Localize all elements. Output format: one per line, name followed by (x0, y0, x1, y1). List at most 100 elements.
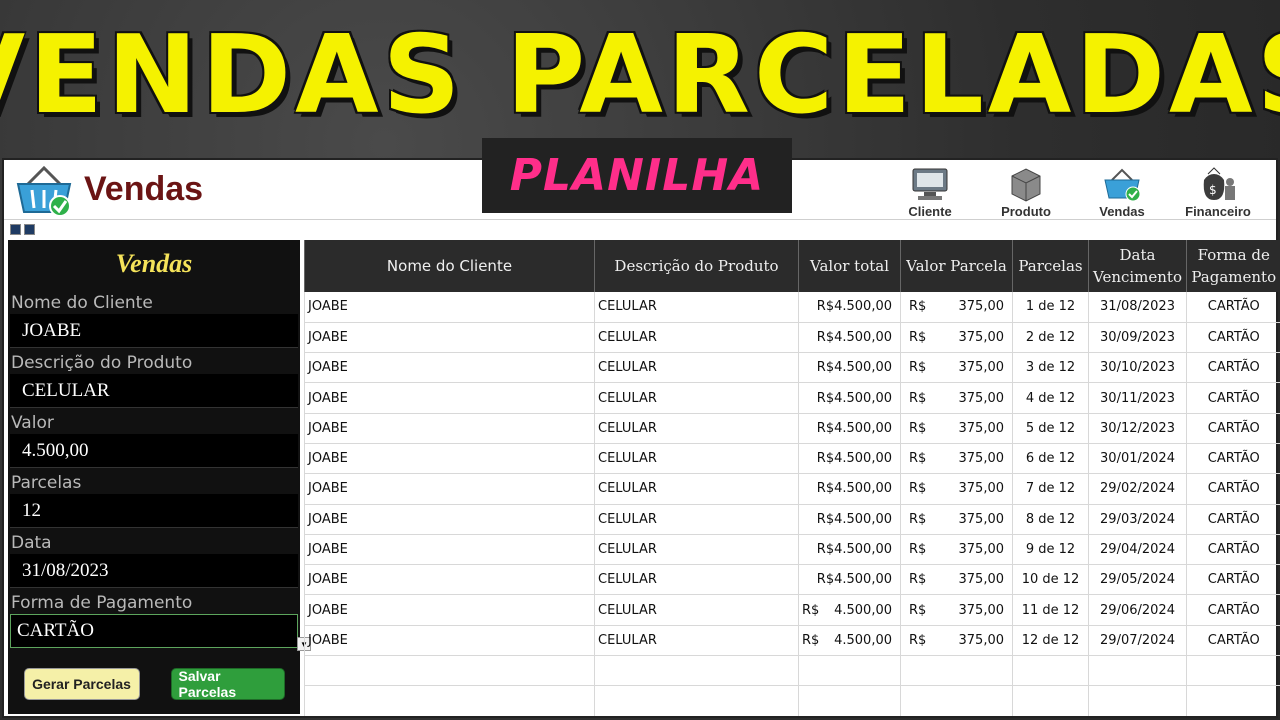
cell-pagamento[interactable]: CARTÃO (1186, 504, 1280, 535)
cell-valor-parcela[interactable]: R$ 375,00 (900, 504, 1013, 535)
header-valor-total[interactable]: Valor total (798, 240, 901, 292)
cell-cliente[interactable]: JOABE (304, 534, 595, 566)
cell-valor-total[interactable]: R$4.500,00 (798, 594, 901, 626)
cliente-input[interactable]: JOABE (10, 314, 298, 348)
cell-pagamento[interactable]: CARTÃO (1186, 352, 1280, 384)
cell-cliente[interactable]: JOABE (304, 564, 595, 596)
cell-valor-total[interactable]: R$4.500,00 (798, 473, 901, 505)
cell-pagamento[interactable]: CARTÃO (1186, 322, 1280, 354)
mini-toolbar-button-1[interactable] (10, 224, 21, 235)
cell-parcelas[interactable]: 8 de 12 (1012, 504, 1089, 535)
cell-produto[interactable] (594, 655, 799, 687)
cell-valor-total[interactable]: R$4.500,00 (798, 413, 901, 444)
cell-cliente[interactable]: JOABE (304, 473, 595, 505)
parcelas-input[interactable]: 12 (10, 494, 298, 528)
cell-valor-total[interactable]: R$4.500,00 (798, 292, 901, 323)
data-input[interactable]: 31/08/2023 (10, 554, 298, 588)
cell-pagamento[interactable]: CARTÃO (1186, 594, 1280, 626)
cell-parcelas[interactable]: 7 de 12 (1012, 473, 1089, 505)
cell-valor-parcela[interactable]: R$ 375,00 (900, 292, 1013, 323)
table-row[interactable] (304, 685, 1280, 716)
table-row[interactable]: JOABE CELULAR R$4.500,00 R$ 375,00 9 de 12 29/… (304, 534, 1280, 566)
cell-parcelas[interactable]: 9 de 12 (1012, 534, 1089, 566)
cell-produto[interactable]: CELULAR (594, 352, 799, 384)
cell-valor-total[interactable] (798, 655, 901, 687)
valor-input[interactable]: 4.500,00 (10, 434, 298, 468)
cell-valor-parcela[interactable]: R$ 375,00 (900, 413, 1013, 444)
salvar-parcelas-button[interactable]: Salvar Parcelas (170, 668, 285, 700)
cell-parcelas[interactable]: 5 de 12 (1012, 413, 1089, 444)
cell-cliente[interactable]: JOABE (304, 413, 595, 444)
cell-vencimento[interactable]: 30/01/2024 (1088, 443, 1187, 475)
cell-pagamento[interactable]: CARTÃO (1186, 292, 1280, 323)
table-row[interactable]: JOABE CELULAR R$4.500,00 R$ 375,00 10 de 12 29… (304, 564, 1280, 596)
cell-valor-parcela[interactable]: R$ 375,00 (900, 473, 1013, 505)
table-row[interactable]: JOABE CELULAR R$4.500,00 R$ 375,00 5 de 12 30/… (304, 413, 1280, 444)
header-valor-parcela[interactable]: Valor Parcela (900, 240, 1013, 292)
cell-produto[interactable]: CELULAR (594, 413, 799, 444)
cell-pagamento[interactable]: CARTÃO (1186, 534, 1280, 566)
nav-cliente[interactable]: Cliente (892, 166, 968, 219)
cell-parcelas[interactable]: 6 de 12 (1012, 443, 1089, 475)
cell-pagamento[interactable] (1186, 655, 1280, 687)
cell-pagamento[interactable]: CARTÃO (1186, 382, 1280, 414)
cell-valor-total[interactable]: R$4.500,00 (798, 564, 901, 596)
cell-produto[interactable] (594, 685, 799, 716)
cell-produto[interactable]: CELULAR (594, 504, 799, 535)
cell-pagamento[interactable]: CARTÃO (1186, 473, 1280, 505)
produto-input[interactable]: CELULAR (10, 374, 298, 408)
cell-cliente[interactable]: JOABE (304, 382, 595, 414)
nav-vendas[interactable]: Vendas (1084, 166, 1160, 219)
cell-parcelas[interactable]: 2 de 12 (1012, 322, 1089, 354)
cell-produto[interactable]: CELULAR (594, 534, 799, 566)
cell-cliente[interactable]: JOABE (304, 352, 595, 384)
cell-cliente[interactable]: JOABE (304, 504, 595, 535)
table-row[interactable] (304, 655, 1280, 687)
nav-produto[interactable]: Produto (988, 166, 1064, 219)
cell-vencimento[interactable]: 30/11/2023 (1088, 382, 1187, 414)
cell-pagamento[interactable]: CARTÃO (1186, 625, 1280, 657)
cell-pagamento[interactable]: CARTÃO (1186, 413, 1280, 444)
cell-valor-parcela[interactable] (900, 655, 1013, 687)
header-parcelas[interactable]: Parcelas (1012, 240, 1089, 292)
cell-valor-parcela[interactable] (900, 685, 1013, 716)
cell-vencimento[interactable]: 29/02/2024 (1088, 473, 1187, 505)
table-row[interactable]: JOABE CELULAR R$ 4.500,00 R$ 375,00 11 de 12 29… (304, 594, 1280, 626)
cell-vencimento[interactable]: 30/10/2023 (1088, 352, 1187, 384)
cell-cliente[interactable]: JOABE (304, 322, 595, 354)
cell-valor-parcela[interactable]: R$ 375,00 (900, 534, 1013, 566)
cell-parcelas[interactable] (1012, 655, 1089, 687)
cell-parcelas[interactable]: 11 de 12 (1012, 594, 1089, 626)
cell-produto[interactable]: CELULAR (594, 292, 799, 323)
cell-cliente[interactable]: JOABE (304, 594, 595, 626)
cell-produto[interactable]: CELULAR (594, 594, 799, 626)
cell-parcelas[interactable]: 3 de 12 (1012, 352, 1089, 384)
header-pagamento[interactable]: Forma de Pagamento (1186, 240, 1280, 292)
table-row[interactable]: JOABE CELULAR R$4.500,00 R$ 375,00 6 de 12 30/… (304, 443, 1280, 475)
header-vencimento[interactable]: Data Vencimento (1088, 240, 1187, 292)
cell-produto[interactable]: CELULAR (594, 473, 799, 505)
cell-cliente[interactable]: JOABE (304, 443, 595, 475)
cell-valor-parcela[interactable]: R$ 375,00 (900, 625, 1013, 657)
cell-produto[interactable]: CELULAR (594, 564, 799, 596)
cell-valor-total[interactable]: R$4.500,00 (798, 352, 901, 384)
cell-pagamento[interactable]: CARTÃO (1186, 564, 1280, 596)
cell-produto[interactable]: CELULAR (594, 625, 799, 657)
cell-cliente[interactable] (304, 685, 595, 716)
cell-valor-parcela[interactable]: R$ 375,00 (900, 564, 1013, 596)
cell-vencimento[interactable]: 30/09/2023 (1088, 322, 1187, 354)
table-row[interactable]: JOABE CELULAR R$4.500,00 R$ 375,00 8 de 12 29/… (304, 504, 1280, 535)
cell-parcelas[interactable]: 12 de 12 (1012, 625, 1089, 657)
cell-produto[interactable]: CELULAR (594, 443, 799, 475)
header-cliente[interactable]: Nome do Cliente (304, 240, 595, 292)
cell-valor-total[interactable]: R$4.500,00 (798, 625, 901, 657)
cell-cliente[interactable]: JOABE (304, 292, 595, 323)
cell-vencimento[interactable]: 29/03/2024 (1088, 504, 1187, 535)
cell-valor-parcela[interactable]: R$ 375,00 (900, 594, 1013, 626)
cell-vencimento[interactable]: 29/05/2024 (1088, 564, 1187, 596)
table-row[interactable]: JOABE CELULAR R$4.500,00 R$ 375,00 7 de 12 29/… (304, 473, 1280, 505)
cell-pagamento[interactable] (1186, 685, 1280, 716)
header-produto[interactable]: Descrição do Produto (594, 240, 799, 292)
table-row[interactable]: JOABE CELULAR R$4.500,00 R$ 375,00 3 de 12 30/… (304, 352, 1280, 384)
table-row[interactable]: JOABE CELULAR R$4.500,00 R$ 375,00 2 de 12 30/… (304, 322, 1280, 354)
